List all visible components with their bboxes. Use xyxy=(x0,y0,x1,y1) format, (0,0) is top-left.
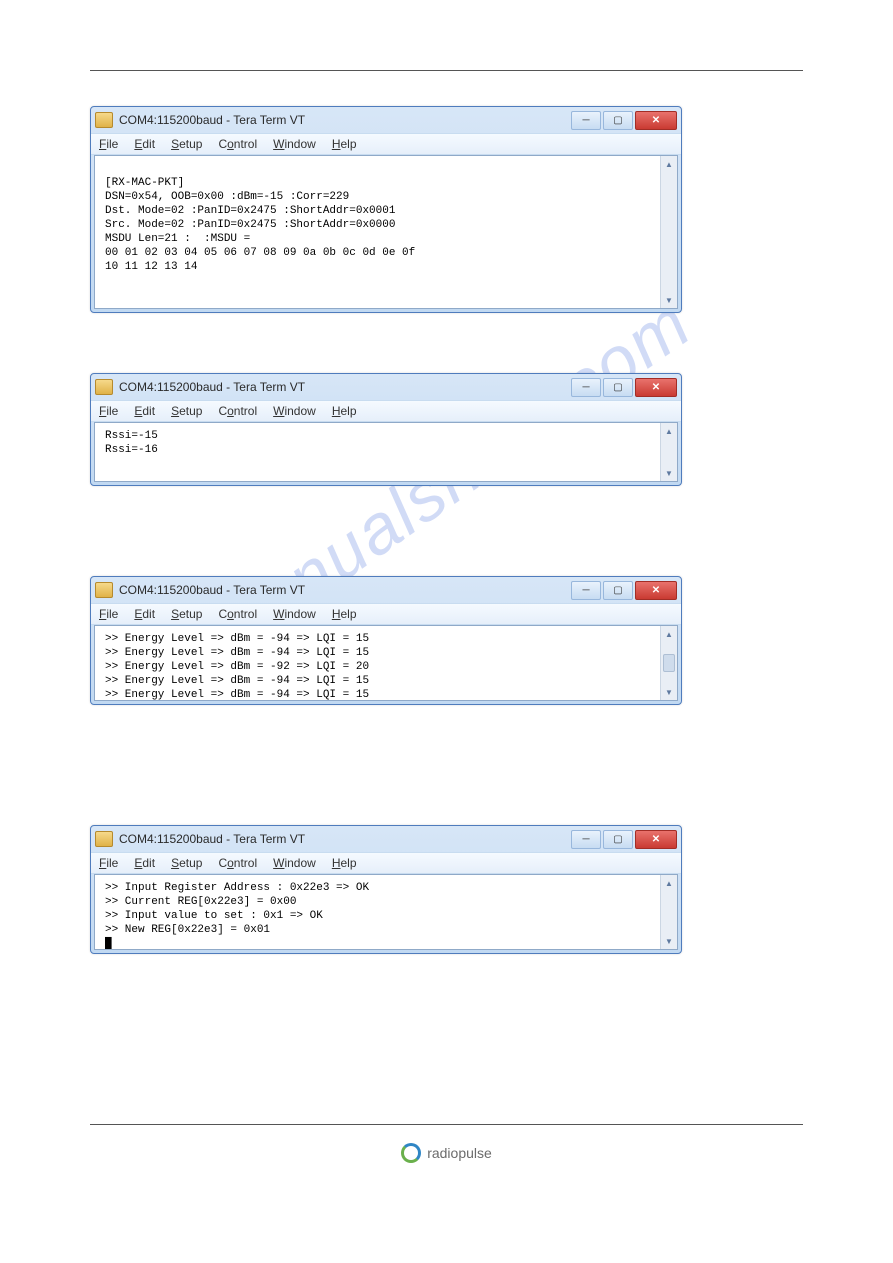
menubar: File Edit Setup Control Window Help xyxy=(91,133,681,155)
tera-term-window: COM4:115200baud - Tera Term VT ─ ▢ ✕ Fil… xyxy=(90,106,682,313)
close-button[interactable]: ✕ xyxy=(635,581,677,600)
client-area-wrap: >> Input Register Address : 0x22e3 => OK… xyxy=(94,874,678,950)
minimize-button[interactable]: ─ xyxy=(571,378,601,397)
menu-edit[interactable]: Edit xyxy=(134,404,155,418)
window-title: COM4:115200baud - Tera Term VT xyxy=(119,583,305,597)
titlebar[interactable]: COM4:115200baud - Tera Term VT ─ ▢ ✕ xyxy=(91,107,681,133)
scroll-up-icon[interactable]: ▲ xyxy=(661,156,677,172)
app-icon xyxy=(95,379,113,395)
minimize-button[interactable]: ─ xyxy=(571,581,601,600)
scroll-thumb[interactable] xyxy=(663,654,675,672)
menu-file[interactable]: File xyxy=(99,137,118,151)
menu-setup[interactable]: Setup xyxy=(171,404,202,418)
app-icon xyxy=(95,582,113,598)
scroll-down-icon[interactable]: ▼ xyxy=(661,933,677,949)
menu-help[interactable]: Help xyxy=(332,607,357,621)
vertical-scrollbar[interactable]: ▲ ▼ xyxy=(660,626,677,700)
menu-window[interactable]: Window xyxy=(273,137,316,151)
menu-help[interactable]: Help xyxy=(332,137,357,151)
menu-control[interactable]: Control xyxy=(218,404,257,418)
vertical-scrollbar[interactable]: ▲ ▼ xyxy=(660,423,677,481)
terminal-output[interactable]: >> Input Register Address : 0x22e3 => OK… xyxy=(95,875,660,949)
vertical-scrollbar[interactable]: ▲ ▼ xyxy=(660,875,677,949)
menu-window[interactable]: Window xyxy=(273,607,316,621)
menubar: File Edit Setup Control Window Help xyxy=(91,603,681,625)
menu-edit[interactable]: Edit xyxy=(134,856,155,870)
minimize-button[interactable]: ─ xyxy=(571,830,601,849)
window-title: COM4:115200baud - Tera Term VT xyxy=(119,380,305,394)
top-rule xyxy=(90,70,803,71)
menu-control[interactable]: Control xyxy=(218,137,257,151)
window-title: COM4:115200baud - Tera Term VT xyxy=(119,832,305,846)
maximize-button[interactable]: ▢ xyxy=(603,378,633,397)
scroll-down-icon[interactable]: ▼ xyxy=(661,684,677,700)
menu-file[interactable]: File xyxy=(99,404,118,418)
tera-term-window: COM4:115200baud - Tera Term VT ─ ▢ ✕ Fil… xyxy=(90,825,682,954)
menu-file[interactable]: File xyxy=(99,856,118,870)
close-button[interactable]: ✕ xyxy=(635,378,677,397)
minimize-button[interactable]: ─ xyxy=(571,111,601,130)
bottom-rule xyxy=(90,1124,803,1125)
footer: radiopulse xyxy=(90,1143,803,1163)
titlebar[interactable]: COM4:115200baud - Tera Term VT ─ ▢ ✕ xyxy=(91,374,681,400)
titlebar[interactable]: COM4:115200baud - Tera Term VT ─ ▢ ✕ xyxy=(91,577,681,603)
tera-term-window: COM4:115200baud - Tera Term VT ─ ▢ ✕ Fil… xyxy=(90,576,682,705)
client-area-wrap: [RX-MAC-PKT] DSN=0x54, OOB=0x00 :dBm=-15… xyxy=(94,155,678,309)
maximize-button[interactable]: ▢ xyxy=(603,830,633,849)
menu-file[interactable]: File xyxy=(99,607,118,621)
scroll-up-icon[interactable]: ▲ xyxy=(661,423,677,439)
titlebar[interactable]: COM4:115200baud - Tera Term VT ─ ▢ ✕ xyxy=(91,826,681,852)
terminal-output[interactable]: [RX-MAC-PKT] DSN=0x54, OOB=0x00 :dBm=-15… xyxy=(95,156,660,308)
menu-setup[interactable]: Setup xyxy=(171,856,202,870)
menu-edit[interactable]: Edit xyxy=(134,137,155,151)
maximize-button[interactable]: ▢ xyxy=(603,111,633,130)
menubar: File Edit Setup Control Window Help xyxy=(91,400,681,422)
terminal-output[interactable]: Rssi=-15 Rssi=-16 xyxy=(95,423,660,481)
close-button[interactable]: ✕ xyxy=(635,830,677,849)
scroll-down-icon[interactable]: ▼ xyxy=(661,465,677,481)
menu-control[interactable]: Control xyxy=(218,856,257,870)
maximize-button[interactable]: ▢ xyxy=(603,581,633,600)
menu-window[interactable]: Window xyxy=(273,404,316,418)
scroll-down-icon[interactable]: ▼ xyxy=(661,292,677,308)
menu-control[interactable]: Control xyxy=(218,607,257,621)
client-area-wrap: >> Energy Level => dBm = -94 => LQI = 15… xyxy=(94,625,678,701)
menu-window[interactable]: Window xyxy=(273,856,316,870)
scroll-up-icon[interactable]: ▲ xyxy=(661,626,677,642)
menu-help[interactable]: Help xyxy=(332,404,357,418)
scroll-up-icon[interactable]: ▲ xyxy=(661,875,677,891)
footer-brand: radiopulse xyxy=(427,1145,492,1161)
tera-term-window: COM4:115200baud - Tera Term VT ─ ▢ ✕ Fil… xyxy=(90,373,682,486)
menu-help[interactable]: Help xyxy=(332,856,357,870)
client-area-wrap: Rssi=-15 Rssi=-16 ▲ ▼ xyxy=(94,422,678,482)
menu-edit[interactable]: Edit xyxy=(134,607,155,621)
close-button[interactable]: ✕ xyxy=(635,111,677,130)
window-title: COM4:115200baud - Tera Term VT xyxy=(119,113,305,127)
app-icon xyxy=(95,831,113,847)
terminal-output[interactable]: >> Energy Level => dBm = -94 => LQI = 15… xyxy=(95,626,660,700)
app-icon xyxy=(95,112,113,128)
menu-setup[interactable]: Setup xyxy=(171,607,202,621)
vertical-scrollbar[interactable]: ▲ ▼ xyxy=(660,156,677,308)
menu-setup[interactable]: Setup xyxy=(171,137,202,151)
radiopulse-logo-icon xyxy=(401,1143,421,1163)
menubar: File Edit Setup Control Window Help xyxy=(91,852,681,874)
